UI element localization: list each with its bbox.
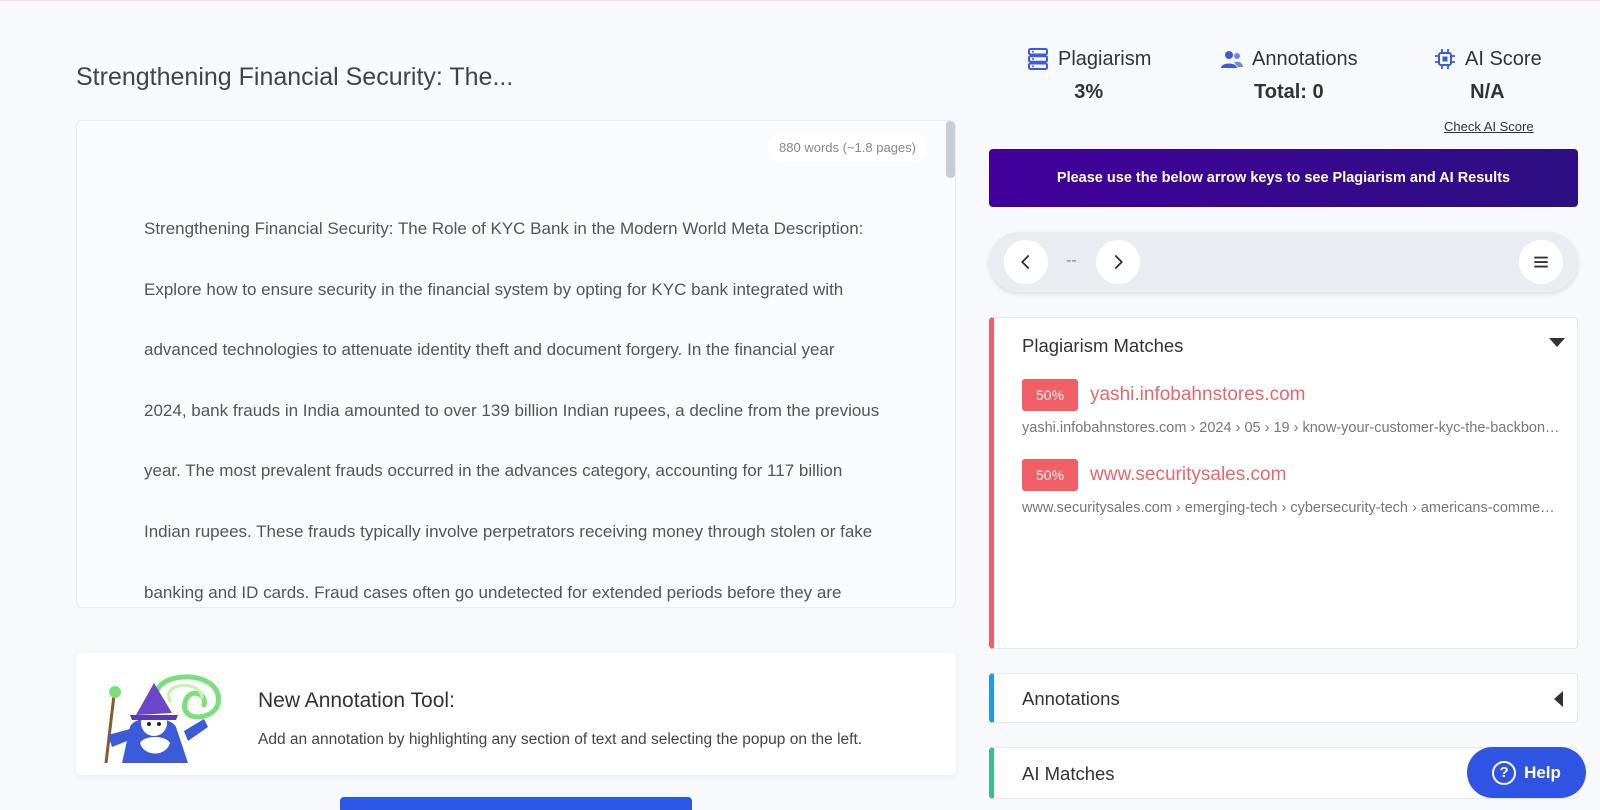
check-ai-score-link[interactable]: Check AI Score	[1444, 119, 1534, 134]
annotations-panel[interactable]: Annotations	[989, 673, 1578, 723]
plagiarism-label: Plagiarism	[1058, 47, 1152, 70]
database-icon	[1028, 48, 1048, 70]
previous-result-button[interactable]	[1004, 240, 1048, 284]
document-line: 2024, bank frauds in India amounted to o…	[144, 400, 880, 420]
document-line: advanced technologies to attenuate ident…	[144, 340, 835, 360]
help-button[interactable]: ? Help	[1467, 747, 1586, 798]
document-line: Explore how to ensure security in the fi…	[144, 279, 844, 299]
results-navigator: --	[989, 232, 1578, 292]
ai-score-label: AI Score	[1465, 47, 1542, 70]
plagiarism-stat: Plagiarism 3%	[1026, 47, 1151, 104]
document-line: banking and ID cards. Fraud cases often …	[144, 582, 842, 602]
match-percent-badge: 50%	[1022, 459, 1079, 491]
caret-down-icon[interactable]	[1549, 338, 1565, 347]
chevron-right-icon	[1114, 255, 1123, 269]
help-label: Help	[1524, 762, 1561, 782]
ai-score-value: N/A	[1470, 81, 1505, 103]
match-source-link[interactable]: www.securitysales.com	[1090, 464, 1286, 486]
word-count-badge: 880 words (~1.8 pages)	[768, 133, 927, 162]
document-title: Strengthening Financial Security: The...	[76, 63, 514, 91]
annotations-label: Annotations	[1252, 47, 1358, 70]
match-source-path: www.securitysales.com › emerging-tech › …	[1022, 500, 1562, 516]
annotations-stat: Annotations Total: 0	[1220, 47, 1358, 104]
annotations-panel-title: Annotations	[1022, 688, 1120, 709]
next-result-button[interactable]	[1096, 240, 1140, 284]
question-icon: ?	[1492, 760, 1517, 785]
document-text[interactable]: Strengthening Financial Security: The Ro…	[144, 199, 904, 607]
annotation-tool-description: Add an annotation by highlighting any se…	[258, 731, 863, 748]
instruction-banner: Please use the below arrow keys to see P…	[989, 149, 1578, 207]
match-source-link[interactable]: yashi.infobahnstores.com	[1090, 384, 1305, 406]
users-icon	[1221, 51, 1243, 68]
ai-matches-panel-title: AI Matches	[1022, 763, 1115, 784]
annotation-tool-title: New Annotation Tool:	[258, 689, 455, 712]
hamburger-menu-icon	[1534, 256, 1548, 268]
match-item: 50% yashi.infobahnstores.com yashi.infob…	[1022, 379, 1562, 436]
plagiarism-value: 3%	[1074, 81, 1104, 103]
match-item: 50% www.securitysales.com www.securitysa…	[1022, 459, 1562, 516]
results-menu-button[interactable]	[1519, 240, 1563, 284]
primary-action-button[interactable]	[340, 797, 692, 810]
document-line: Strengthening Financial Security: The Ro…	[144, 219, 864, 238]
document-viewer[interactable]: 880 words (~1.8 pages) Strengthening Fin…	[76, 120, 956, 608]
plagiarism-matches-panel: Plagiarism Matches 50% yashi.infobahnsto…	[989, 317, 1578, 649]
ai-score-stat: AI Score N/A	[1433, 47, 1542, 104]
match-source-path: yashi.infobahnstores.com › 2024 › 05 › 1…	[1022, 420, 1562, 436]
wizard-illustration	[104, 674, 221, 764]
result-counter: --	[1066, 252, 1077, 269]
annotation-tool-card: New Annotation Tool: Add an annotation b…	[76, 653, 956, 775]
chip-icon	[1435, 49, 1455, 69]
document-line: year. The most prevalent frauds occurred…	[144, 461, 843, 481]
plagiarism-matches-title: Plagiarism Matches	[1022, 335, 1184, 356]
annotations-value: Total: 0	[1254, 81, 1324, 103]
match-percent-badge: 50%	[1022, 379, 1079, 411]
document-scrollbar[interactable]	[946, 121, 955, 178]
chevron-left-icon	[1021, 255, 1030, 269]
document-line: Indian rupees. These frauds typically in…	[144, 521, 873, 541]
caret-left-icon[interactable]	[1554, 691, 1563, 707]
